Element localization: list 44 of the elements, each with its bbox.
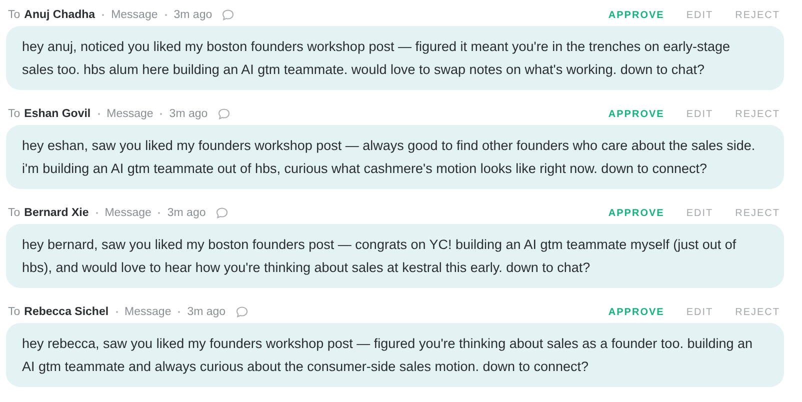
message-type: Message bbox=[104, 207, 152, 219]
message-text: hey anuj, noticed you liked my boston founders workshop post — figured it meant you're in the trenches on early-stage sales too. hbs alum here building an AI gtm teammate. would love to swap notes on what's working. down to chat? bbox=[6, 26, 784, 90]
edit-button[interactable]: EDIT bbox=[686, 108, 714, 120]
recipient-name: Bernard Xie bbox=[24, 207, 89, 219]
edit-button[interactable]: EDIT bbox=[686, 10, 714, 20]
separator-dot bbox=[116, 311, 118, 313]
message-type: Message bbox=[106, 108, 154, 120]
separator-dot bbox=[160, 113, 162, 115]
separator-dot bbox=[96, 212, 98, 214]
approve-button[interactable]: APPROVE bbox=[608, 10, 664, 20]
timestamp: 3m ago bbox=[174, 9, 212, 21]
comment-icon[interactable] bbox=[236, 306, 248, 318]
to-label: To bbox=[8, 207, 20, 219]
reject-button[interactable]: REJECT bbox=[735, 10, 780, 20]
separator-dot bbox=[178, 311, 180, 313]
message-type: Message bbox=[111, 9, 158, 21]
recipient-name: Anuj Chadha bbox=[24, 9, 96, 21]
edit-button[interactable]: EDIT bbox=[686, 208, 714, 218]
separator-dot bbox=[158, 212, 160, 214]
comment-icon[interactable] bbox=[222, 9, 234, 21]
message-type: Message bbox=[124, 306, 172, 318]
recipient-name: Eshan Govil bbox=[24, 108, 91, 120]
reject-button[interactable]: REJECT bbox=[735, 306, 780, 318]
to-label: To bbox=[8, 306, 20, 318]
approve-button[interactable]: APPROVE bbox=[608, 208, 664, 218]
timestamp: 3m ago bbox=[187, 306, 226, 318]
edit-button[interactable]: EDIT bbox=[686, 306, 714, 318]
approve-button[interactable]: APPROVE bbox=[608, 306, 664, 318]
comment-icon[interactable] bbox=[218, 108, 230, 120]
approve-button[interactable]: APPROVE bbox=[608, 108, 664, 120]
message-text: hey bernard, saw you liked my boston founders post — congrats on YC! building an AI gtm teammate myself (just out of hbs), and would love to hear how you're thinking about sales at kestral this early. down to chat? bbox=[6, 224, 784, 288]
to-label: To bbox=[8, 108, 20, 120]
to-label: To bbox=[8, 9, 20, 21]
message-text: hey eshan, saw you liked my founders workshop post — always good to find other founders who care about the sales side. i'm building an AI gtm teammate out of hbs, curious what cashmere's motion looks like right now. down to connect? bbox=[6, 125, 784, 189]
message-text: hey rebecca, saw you liked my founders workshop post — figured you're thinking about sales as a founder too. building an AI gtm teammate and always curious about the consumer-side sales motion. down to connect? bbox=[6, 323, 784, 387]
reject-button[interactable]: REJECT bbox=[735, 108, 780, 120]
reject-button[interactable]: REJECT bbox=[735, 208, 780, 218]
separator-dot bbox=[164, 14, 167, 16]
comment-icon[interactable] bbox=[216, 207, 228, 219]
separator-dot bbox=[102, 14, 104, 16]
separator-dot bbox=[98, 113, 100, 115]
timestamp: 3m ago bbox=[167, 207, 206, 219]
recipient-name: Rebecca Sichel bbox=[24, 306, 109, 318]
timestamp: 3m ago bbox=[169, 108, 208, 120]
